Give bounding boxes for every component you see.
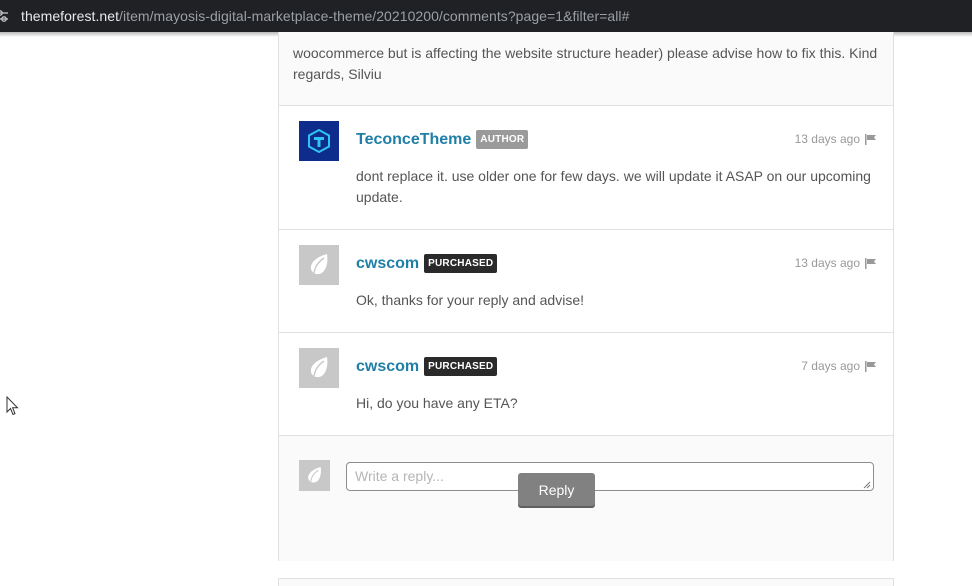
- user-avatar[interactable]: [299, 348, 339, 388]
- author-badge: AUTHOR: [476, 130, 529, 149]
- envato-leaf-icon: [310, 357, 328, 378]
- original-comment: woocommerce but is affecting the website…: [279, 32, 893, 106]
- reply-text: dont replace it. use older one for few d…: [356, 168, 871, 205]
- flag-icon[interactable]: [865, 257, 877, 269]
- original-comment-text: woocommerce but is affecting the website…: [293, 45, 878, 82]
- current-user-avatar: [299, 460, 330, 491]
- reply-item: TeconceTheme AUTHOR 13 days ago dont rep…: [279, 106, 893, 230]
- url-domain: themeforest.net: [21, 8, 120, 24]
- mouse-cursor-icon: [6, 396, 19, 416]
- author-avatar[interactable]: [299, 121, 339, 161]
- reply-timestamp[interactable]: 7 days ago: [801, 359, 860, 373]
- purchased-badge: PURCHASED: [424, 254, 498, 273]
- next-comment-box: [278, 578, 894, 586]
- envato-leaf-icon: [310, 254, 328, 275]
- reply-meta: 7 days ago: [801, 359, 877, 373]
- reply-author-row: cwscom PURCHASED: [356, 357, 498, 376]
- reply-text: Ok, thanks for your reply and advise!: [356, 292, 584, 308]
- reply-item: cwscom PURCHASED 13 days ago Ok, thanks …: [279, 230, 893, 333]
- reply-text: Hi, do you have any ETA?: [356, 395, 518, 411]
- flag-icon[interactable]: [865, 133, 877, 145]
- reply-author-row: cwscom PURCHASED: [356, 254, 498, 273]
- reply-timestamp[interactable]: 13 days ago: [795, 256, 860, 270]
- site-info-icon[interactable]: [0, 0, 8, 32]
- envato-leaf-icon: [308, 467, 321, 483]
- user-avatar[interactable]: [299, 245, 339, 285]
- purchased-badge: PURCHASED: [424, 357, 498, 376]
- reply-textarea[interactable]: [346, 462, 874, 491]
- reply-timestamp[interactable]: 13 days ago: [795, 132, 860, 146]
- reply-meta: 13 days ago: [795, 132, 877, 146]
- url-text[interactable]: themeforest.net/item/mayosis-digital-mar…: [21, 8, 629, 24]
- url-path: /item/mayosis-digital-marketplace-theme/…: [119, 8, 630, 24]
- browser-address-bar[interactable]: themeforest.net/item/mayosis-digital-mar…: [0, 0, 972, 32]
- reply-meta: 13 days ago: [795, 256, 877, 270]
- teconce-logo-icon: [308, 129, 330, 153]
- reply-author-row: TeconceTheme AUTHOR: [356, 130, 529, 149]
- reply-username[interactable]: TeconceTheme: [356, 131, 471, 149]
- reply-button[interactable]: Reply: [518, 473, 595, 506]
- flag-icon[interactable]: [865, 360, 877, 372]
- reply-item: cwscom PURCHASED 7 days ago Hi, do you h…: [279, 333, 893, 436]
- reply-username[interactable]: cwscom: [356, 255, 419, 273]
- resize-grip-icon[interactable]: [863, 481, 871, 489]
- reply-username[interactable]: cwscom: [356, 358, 419, 376]
